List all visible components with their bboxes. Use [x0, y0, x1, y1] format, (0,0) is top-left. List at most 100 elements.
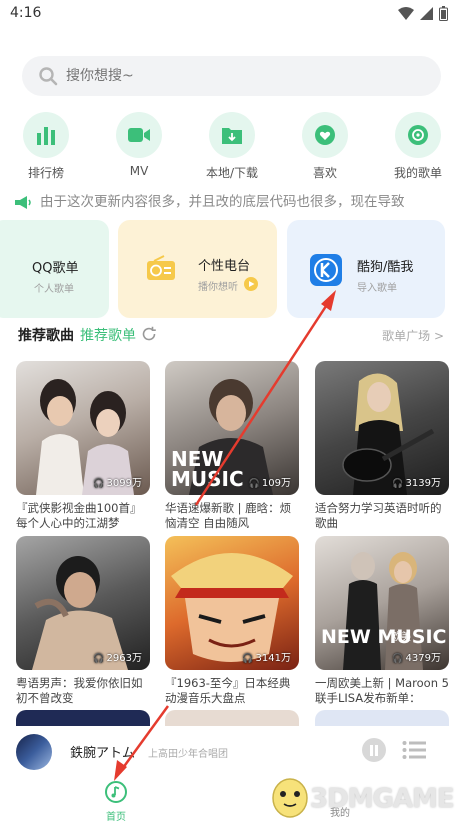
personal-radio-card[interactable]: 个性电台 播你想听	[118, 220, 277, 318]
quick-item-label: 我的歌单	[393, 166, 442, 180]
qq-card-title: QQ歌单	[32, 261, 79, 276]
playlist-tile[interactable]: 🎧 2963万 粤语男声：我爱你依旧如初不曾改变	[16, 536, 150, 706]
status-bar: 4:16	[0, 0, 464, 28]
quick-item-my-playlist[interactable]: 我的歌单	[372, 112, 464, 181]
playlist-tile[interactable]: NEW MUSIC 🎧 109万 华语速爆新歌 | 鹿晗：烦恼清空 自由随风	[165, 361, 299, 531]
qq-playlist-card[interactable]: QQ歌单 个人歌单	[0, 220, 109, 318]
notice-bar[interactable]: 由于这次更新内容很多，并且改的底层代码也很多，现在导致	[14, 190, 464, 212]
playlist-queue-icon[interactable]	[402, 740, 426, 760]
play-count-value: 2963万	[106, 653, 142, 664]
quick-item-circle	[302, 112, 348, 158]
quick-item-favorite[interactable]: 喜欢	[279, 112, 371, 181]
play-count-value: 4379万	[405, 653, 441, 664]
download-folder-icon	[222, 128, 242, 144]
play-count: 🎧 4379万	[392, 649, 441, 664]
status-icons	[398, 6, 448, 21]
playlist-title: 适合努力学习英语时听的歌曲	[315, 501, 442, 530]
play-count-value: 3099万	[106, 478, 142, 489]
nav-home[interactable]: 首页	[96, 780, 136, 823]
search-input[interactable]	[66, 56, 426, 96]
refresh-icon[interactable]	[141, 326, 157, 342]
play-count-value: 3141万	[255, 653, 291, 664]
qq-card-subtitle: 个人歌单	[34, 284, 74, 295]
status-time: 4:16	[10, 5, 42, 21]
play-count: 🎧 109万	[249, 474, 291, 489]
quick-item-label: 本地/下载	[205, 166, 259, 180]
playlist-cover: NEW MUSIC 🎧 109万	[165, 361, 299, 495]
headphones-icon: 🎧	[392, 479, 404, 489]
now-playing-cover	[16, 734, 52, 770]
radio-card-subtitle: 播你想听	[198, 282, 238, 293]
quick-item-label: 排行榜	[27, 166, 64, 180]
playlist-title: 『1963-至今』日本经典动漫音乐大盘点	[165, 676, 291, 705]
kugou-card-title: 酷狗/酷我	[357, 260, 414, 275]
quick-item-mv[interactable]: MV	[93, 112, 185, 178]
watermark-mascot-icon	[272, 778, 308, 818]
playlist-title: 粤语男声：我爱你依旧如初不曾改变	[16, 676, 143, 705]
playlist-tile[interactable]: NEW MUSIC 欧美 🎧 4379万 一周欧美上新 | Maroon 5联手L…	[315, 536, 449, 706]
kugou-kuwo-card[interactable]: 酷狗/酷我 导入歌单	[287, 220, 445, 318]
recommend-section-header: 推荐歌曲 推荐歌单 歌单广场 >	[0, 324, 464, 346]
quick-item-circle	[395, 112, 441, 158]
headphones-icon: 🎧	[392, 654, 404, 664]
playlist-cover: 🎧 2963万	[16, 536, 150, 670]
quick-item-ranking[interactable]: 排行榜	[0, 112, 92, 181]
now-playing-title: 鉄腕アトム	[70, 746, 136, 761]
playlist-title: 『武侠影视金曲100首』每个人心中的江湖梦	[16, 501, 142, 530]
playlist-cover: 🎧 3141万	[165, 536, 299, 670]
search-icon	[39, 67, 58, 86]
quick-item-label: 喜欢	[312, 166, 337, 180]
pause-icon	[370, 744, 378, 756]
playlist-square-link[interactable]: 歌单广场 >	[382, 327, 444, 344]
playlist-cover: NEW MUSIC 欧美 🎧 4379万	[315, 536, 449, 670]
play-count-value: 3139万	[405, 478, 441, 489]
headphones-icon: 🎧	[248, 479, 260, 489]
search-bar[interactable]	[22, 56, 441, 96]
wifi-icon	[398, 7, 414, 20]
quick-item-label: MV	[129, 164, 149, 178]
quick-item-circle	[209, 112, 255, 158]
kugou-logo-icon	[310, 254, 342, 286]
now-playing-artist: 上高田少年合唱团	[148, 749, 228, 760]
playlist-tile-partial	[315, 710, 449, 726]
watermark-text: 3DMGAME	[310, 784, 455, 814]
play-count: 🎧 3099万	[93, 474, 142, 489]
playlist-title: 一周欧美上新 | Maroon 5联手LISA发布新单：	[315, 676, 449, 705]
battery-icon	[439, 6, 448, 21]
cover-overlay-tag: 欧美	[391, 632, 411, 643]
playlist-tile[interactable]: 🎧 3099万 『武侠影视金曲100首』每个人心中的江湖梦	[16, 361, 150, 531]
notice-text: 由于这次更新内容很多，并且改的底层代码也很多，现在导致	[40, 194, 405, 210]
quick-item-circle	[23, 112, 69, 158]
headphones-icon: 🎧	[93, 654, 105, 664]
signal-icon	[420, 7, 433, 20]
megaphone-icon	[15, 195, 31, 209]
play-count: 🎧 3139万	[392, 474, 441, 489]
playlist-tile[interactable]: 🎧 3141万 『1963-至今』日本经典动漫音乐大盘点	[165, 536, 299, 706]
play-circle-icon	[244, 277, 258, 291]
headphones-icon: 🎧	[242, 654, 254, 664]
kugou-card-subtitle: 导入歌单	[357, 283, 397, 294]
radio-icon	[147, 255, 175, 280]
tab-recommended-playlists[interactable]: 推荐歌单	[80, 325, 136, 345]
playlist-tile-partial	[16, 710, 150, 726]
headphones-icon: 🎧	[93, 479, 105, 489]
radio-card-title: 个性电台	[198, 259, 251, 274]
video-camera-icon	[128, 128, 150, 142]
playlist-cover: 🎧 3099万	[16, 361, 150, 495]
playlist-tile[interactable]: 🎧 3139万 适合努力学习英语时听的歌曲	[315, 361, 449, 531]
heart-icon	[315, 125, 335, 145]
bar-chart-icon	[37, 127, 55, 145]
quick-item-local-download[interactable]: 本地/下载	[186, 112, 278, 181]
tab-recommended-songs[interactable]: 推荐歌曲	[18, 325, 74, 345]
playlist-tile-partial	[165, 710, 299, 726]
cover-overlay-text: NEW MUSIC	[321, 626, 447, 648]
playlist-title: 华语速爆新歌 | 鹿晗：烦恼清空 自由随风	[165, 501, 292, 530]
quick-nav: 排行榜 MV 本地/下载 喜欢 我的歌单	[0, 112, 464, 182]
nav-home-label: 首页	[106, 812, 126, 823]
music-disc-icon	[105, 781, 127, 803]
play-count: 🎧 2963万	[93, 649, 142, 664]
play-count-value: 109万	[261, 478, 291, 489]
pause-button[interactable]	[362, 738, 386, 762]
quick-item-circle	[116, 112, 162, 158]
vinyl-disc-icon	[408, 125, 428, 145]
